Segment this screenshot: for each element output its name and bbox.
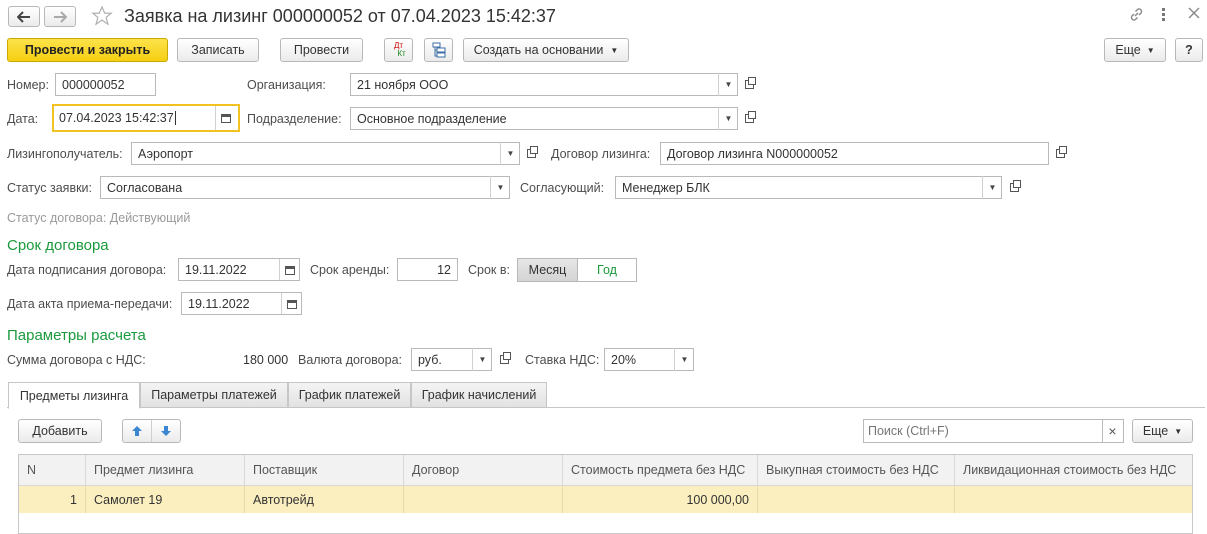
calendar-icon[interactable]: [281, 293, 302, 314]
arrow-up-icon: [132, 426, 142, 436]
division-open-icon[interactable]: [740, 109, 758, 127]
vat-dropdown-icon[interactable]: ▼: [674, 348, 694, 371]
unit-year-option[interactable]: Год: [578, 259, 636, 281]
post-button[interactable]: Провести: [280, 38, 363, 62]
tab-leasing-items[interactable]: Предметы лизинга: [8, 382, 140, 409]
dropdown-arrow-icon: ▼: [1146, 45, 1155, 55]
contract-open-icon[interactable]: [1051, 144, 1069, 162]
organization-open-icon[interactable]: [740, 75, 758, 93]
division-dropdown-icon[interactable]: ▼: [718, 107, 738, 130]
col-n[interactable]: N: [19, 455, 86, 485]
create-based-on-button[interactable]: Создать на основании ▼: [463, 38, 629, 62]
window-title: Заявка на лизинг 000000052 от 07.04.2023…: [124, 6, 556, 26]
cell-liquidation[interactable]: [955, 486, 1192, 513]
dt-kt-button[interactable]: Дт Кт: [384, 38, 413, 62]
hierarchy-icon: [432, 42, 445, 58]
organization-field[interactable]: 21 ноября ООО: [350, 73, 738, 96]
close-icon[interactable]: [1188, 7, 1200, 22]
sum-label: Сумма договора с НДС:: [7, 353, 146, 367]
col-contract[interactable]: Договор: [404, 455, 563, 485]
save-button[interactable]: Записать: [177, 38, 259, 62]
col-cost[interactable]: Стоимость предмета без НДС: [563, 455, 758, 485]
arrow-left-icon: [17, 10, 30, 23]
lessee-dropdown-icon[interactable]: ▼: [500, 142, 520, 165]
number-label: Номер:: [7, 78, 49, 92]
link-icon[interactable]: [1128, 6, 1145, 26]
arrow-down-icon: [161, 426, 171, 436]
structure-button[interactable]: [424, 38, 453, 62]
approver-dropdown-icon[interactable]: ▼: [982, 176, 1002, 199]
status-field[interactable]: Согласована: [100, 176, 510, 199]
dropdown-arrow-icon: ▼: [1174, 426, 1183, 436]
add-button[interactable]: Добавить: [18, 419, 102, 443]
organization-dropdown-icon[interactable]: ▼: [718, 73, 738, 96]
term-section-title: Срок договора: [7, 237, 109, 254]
back-button[interactable]: [8, 6, 40, 27]
search-clear-button[interactable]: ×: [1102, 419, 1124, 443]
cell-item[interactable]: Самолет 19: [86, 486, 245, 513]
tab-accrual-schedule[interactable]: График начислений: [411, 382, 547, 408]
move-down-button[interactable]: [152, 420, 180, 442]
lessee-field[interactable]: Аэропорт: [131, 142, 520, 165]
contract-field[interactable]: Договор лизинга N000000052: [660, 142, 1049, 165]
unit-month-option[interactable]: Месяц: [518, 259, 578, 281]
help-button[interactable]: ?: [1175, 38, 1203, 62]
act-date-label: Дата акта приема-передачи:: [7, 297, 173, 311]
vat-label: Ставка НДС:: [525, 353, 600, 367]
currency-label: Валюта договора:: [298, 353, 403, 367]
contract-label: Договор лизинга:: [551, 147, 651, 161]
move-up-button[interactable]: [123, 420, 152, 442]
approver-field[interactable]: Менеджер БЛК: [615, 176, 1002, 199]
calendar-icon[interactable]: [215, 106, 236, 130]
cell-supplier[interactable]: Автотрейд: [245, 486, 404, 513]
col-supplier[interactable]: Поставщик: [245, 455, 404, 485]
table-more-button[interactable]: Еще ▼: [1132, 419, 1193, 443]
organization-label: Организация:: [247, 78, 326, 92]
contract-status-text: Статус договора: Действующий: [7, 211, 191, 225]
lease-term-label: Срок аренды:: [310, 263, 390, 277]
lease-term-field[interactable]: 12: [397, 258, 458, 281]
number-field[interactable]: 000000052: [55, 73, 156, 96]
cell-cost[interactable]: 100 000,00: [563, 486, 758, 513]
term-in-label: Срок в:: [468, 263, 510, 277]
menu-dots-icon[interactable]: [1162, 7, 1166, 21]
status-dropdown-icon[interactable]: ▼: [490, 176, 510, 199]
term-unit-toggle[interactable]: Месяц Год: [517, 258, 637, 282]
currency-open-icon[interactable]: [495, 350, 513, 368]
more-button[interactable]: Еще ▼: [1104, 38, 1166, 62]
calc-section-title: Параметры расчета: [7, 327, 146, 344]
search-input[interactable]: [863, 419, 1103, 443]
approver-open-icon[interactable]: [1005, 178, 1023, 196]
division-field[interactable]: Основное подразделение: [350, 107, 738, 130]
lessee-label: Лизингополучатель:: [7, 147, 123, 161]
col-item[interactable]: Предмет лизинга: [86, 455, 245, 485]
dt-kt-icon: Дт Кт: [393, 41, 406, 58]
tab-payment-params[interactable]: Параметры платежей: [140, 382, 288, 408]
post-and-close-button[interactable]: Провести и закрыть: [7, 38, 168, 62]
lessee-open-icon[interactable]: [522, 144, 540, 162]
calendar-icon[interactable]: [279, 259, 300, 280]
status-label: Статус заявки:: [7, 181, 93, 195]
sum-value: 180 000: [243, 353, 289, 367]
dropdown-arrow-icon: ▼: [610, 45, 619, 55]
move-buttons: [122, 419, 181, 443]
currency-dropdown-icon[interactable]: ▼: [472, 348, 492, 371]
date-label: Дата:: [7, 112, 39, 126]
col-buyout[interactable]: Выкупная стоимость без НДС: [758, 455, 955, 485]
favorite-star-icon[interactable]: [91, 5, 113, 30]
approver-label: Согласующий:: [520, 181, 605, 195]
col-liquidation[interactable]: Ликвидационная стоимость без НДС: [955, 455, 1192, 485]
cell-contract[interactable]: [404, 486, 563, 513]
cell-buyout[interactable]: [758, 486, 955, 513]
arrow-right-icon: [54, 10, 67, 23]
forward-button[interactable]: [44, 6, 76, 27]
division-label: Подразделение:: [247, 112, 342, 126]
date-field[interactable]: 07.04.2023 15:42:37: [52, 104, 240, 132]
tab-payment-schedule[interactable]: График платежей: [288, 382, 411, 408]
sign-date-label: Дата подписания договора:: [7, 263, 167, 277]
cell-n[interactable]: 1: [19, 486, 86, 513]
